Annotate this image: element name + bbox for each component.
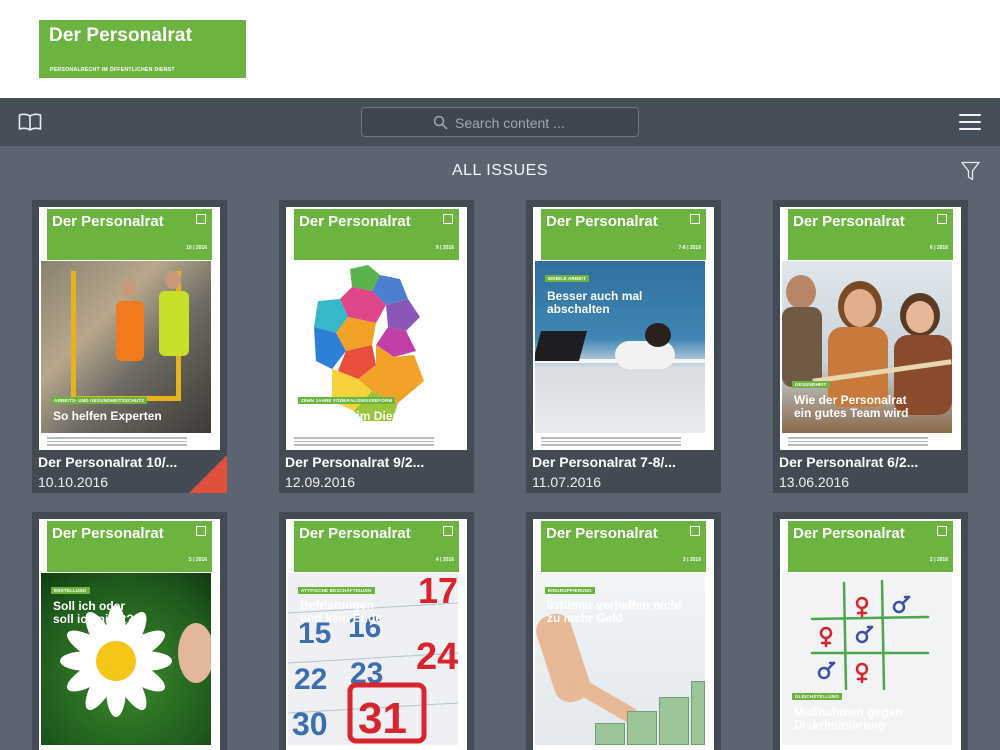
cover-logo-icon <box>443 526 453 536</box>
svg-text:30: 30 <box>292 706 328 742</box>
issue-card[interactable]: Der Personalrat 9 | 2016 ZEHN JAHRE FÖDE… <box>279 200 474 493</box>
issue-card[interactable]: Der Personalrat 7-8 | 2016 MOBILE ARBEIT… <box>526 200 721 493</box>
issue-card[interactable]: Der Personalrat 6 | 2016 GESUNDHEIT Wie … <box>773 200 968 493</box>
cover-footer <box>788 435 953 449</box>
cover-title: Der Personalrat <box>793 213 905 230</box>
issue-title: Der Personalrat 6/2... <box>779 454 919 470</box>
svg-text:31: 31 <box>358 694 407 743</box>
cover-tag: ERSTELLUNG <box>51 587 90 594</box>
cover-header: Der Personalrat 6 | 2016 <box>788 209 953 260</box>
cover-photo <box>535 261 705 433</box>
issue-date: 12.09.2016 <box>285 474 356 490</box>
issue-card[interactable]: Der Personalrat 4 | 2016 17 15 16 24 22 … <box>279 512 474 750</box>
logo-title: Der Personalrat <box>49 25 193 46</box>
svg-text:22: 22 <box>294 663 327 696</box>
issue-date: 13.06.2016 <box>779 474 850 490</box>
cover-headline: Vielfalt beim Dienstrecht <box>300 409 440 423</box>
cover-headline: Besser auch mal abschalten <box>547 289 643 316</box>
cover-title: Der Personalrat <box>52 525 164 542</box>
book-icon[interactable] <box>18 112 42 132</box>
cover-header: Der Personalrat 2 | 2016 <box>788 521 953 572</box>
cover-issue-number: 6 | 2016 <box>929 245 948 251</box>
issue-cover[interactable]: Der Personalrat 5 | 2016 ERSTELLUNG Soll… <box>39 519 220 750</box>
issue-cover[interactable]: Der Personalrat 10 | 2016 ARBEITS- UND G… <box>39 207 220 450</box>
issue-card[interactable]: Der Personalrat 10 | 2016 ARBEITS- UND G… <box>32 200 227 493</box>
cover-title: Der Personalrat <box>299 213 411 230</box>
cover-tag: MOBILE ARBEIT <box>545 275 589 282</box>
cover-logo-icon <box>690 526 700 536</box>
cover-tag: ZEHN JAHRE FÖDERALISMUSREFORM <box>298 397 396 404</box>
cover-issue-number: 9 | 2016 <box>435 245 454 251</box>
cover-title: Der Personalrat <box>546 213 658 230</box>
issue-cover[interactable]: Der Personalrat 3 | 2016 EINGRUPPIERUNG … <box>533 519 714 750</box>
cover-tag: GLEICHSTELLUNG <box>792 693 843 700</box>
search-field[interactable]: Search content ... <box>361 107 639 137</box>
cover-tag: GESUNDHEIT <box>792 381 830 388</box>
cover-header: Der Personalrat 7-8 | 2016 <box>541 209 706 260</box>
cover-issue-number: 10 | 2016 <box>186 245 207 251</box>
cover-title: Der Personalrat <box>546 525 658 542</box>
issue-card[interactable]: Der Personalrat 3 | 2016 EINGRUPPIERUNG … <box>526 512 721 750</box>
cover-issue-number: 4 | 2016 <box>435 557 454 563</box>
svg-text:17: 17 <box>418 573 458 611</box>
issue-cover[interactable]: Der Personalrat 6 | 2016 GESUNDHEIT Wie … <box>780 207 961 450</box>
issue-date: 10.10.2016 <box>38 474 109 490</box>
cover-header: Der Personalrat 5 | 2016 <box>47 521 212 572</box>
issue-cover[interactable]: Der Personalrat 4 | 2016 17 15 16 24 22 … <box>286 519 467 750</box>
cover-tag: ARBEITS- UND GESUNDHEITSSCHUTZ <box>51 397 148 404</box>
issue-cover[interactable]: Der Personalrat 2 | 2016 GLEICHSTELLUNG … <box>780 519 961 750</box>
cover-headline: Wie der Personalrat ein gutes Team wird <box>794 393 909 420</box>
svg-text:24: 24 <box>416 636 458 678</box>
issue-title: Der Personalrat 9/2... <box>285 454 425 470</box>
cover-header: Der Personalrat 10 | 2016 <box>47 209 212 260</box>
cover-headline: Maßnahmen gegen Diskriminierung <box>794 705 903 732</box>
cover-photo <box>41 261 211 433</box>
cover-logo-icon <box>937 526 947 536</box>
cover-logo-icon <box>443 214 453 224</box>
cover-header: Der Personalrat 4 | 2016 <box>294 521 459 572</box>
hamburger-menu-icon[interactable] <box>958 113 982 131</box>
cover-logo-icon <box>196 526 206 536</box>
cover-footer <box>47 435 212 449</box>
cover-title: Der Personalrat <box>299 525 411 542</box>
cover-title: Der Personalrat <box>52 213 164 230</box>
cover-headline: So helfen Experten <box>53 409 162 423</box>
issue-title: Der Personalrat 10/... <box>38 454 178 470</box>
issue-cover[interactable]: Der Personalrat 7-8 | 2016 MOBILE ARBEIT… <box>533 207 714 450</box>
filter-icon[interactable] <box>961 161 980 181</box>
cover-logo-icon <box>196 214 206 224</box>
cover-issue-number: 2 | 2016 <box>929 557 948 563</box>
issue-card[interactable]: Der Personalrat 2 | 2016 GLEICHSTELLUNG … <box>773 512 968 750</box>
cover-header: Der Personalrat 9 | 2016 <box>294 209 459 260</box>
issue-title: Der Personalrat 7-8/... <box>532 454 676 470</box>
search-icon <box>433 115 448 130</box>
issue-date: 11.07.2016 <box>532 474 602 490</box>
cover-logo-icon <box>937 214 947 224</box>
search-placeholder: Search content ... <box>455 115 565 131</box>
cover-header: Der Personalrat 3 | 2016 <box>541 521 706 572</box>
cover-issue-number: 5 | 2016 <box>188 557 207 563</box>
brand-logo: Der Personalrat PERSONALRECHT IM ÖFFENTL… <box>39 20 246 78</box>
cover-title: Der Personalrat <box>793 525 905 542</box>
cover-headline: Befristungen und kein Ende <box>300 598 383 625</box>
cover-map-germany <box>288 261 458 433</box>
cover-issue-number: 7-8 | 2016 <box>678 245 701 251</box>
issue-cover[interactable]: Der Personalrat 9 | 2016 ZEHN JAHRE FÖDE… <box>286 207 467 450</box>
cover-footer <box>541 435 706 449</box>
issue-card[interactable]: Der Personalrat 5 | 2016 ERSTELLUNG Soll… <box>32 512 227 750</box>
cover-logo-icon <box>690 214 700 224</box>
cover-footer <box>294 435 459 449</box>
section-title: ALL ISSUES <box>451 162 548 179</box>
cover-tag: EINGRUPPIERUNG <box>545 587 595 594</box>
cover-tag: ATYPISCHE BESCHÄFTIGUNG <box>298 587 375 594</box>
cover-headline: Irrtümer verhelfen nicht zu mehr Geld <box>547 598 682 625</box>
logo-subtitle: PERSONALRECHT IM ÖFFENTLICHEN DIENST <box>50 67 175 73</box>
cover-issue-number: 3 | 2016 <box>682 557 701 563</box>
new-issue-ribbon <box>189 455 227 493</box>
cover-headline: Soll ich oder soll ich nicht? <box>53 599 134 626</box>
app-header: Der Personalrat PERSONALRECHT IM ÖFFENTL… <box>0 0 1000 98</box>
